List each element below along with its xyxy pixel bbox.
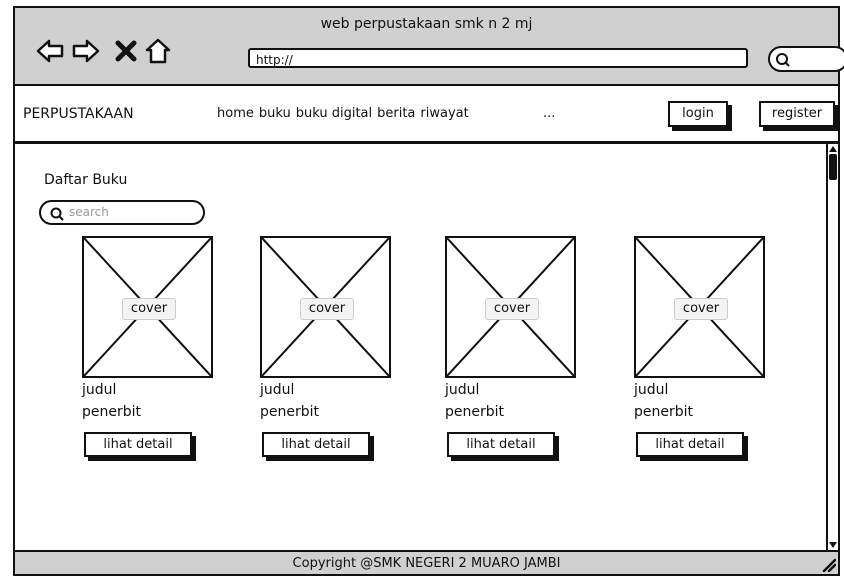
page-title: Daftar Buku bbox=[44, 172, 128, 188]
browser-toolbar: web perpustakaan smk n 2 mj http:// bbox=[13, 6, 844, 86]
book-cover-image: cover bbox=[260, 236, 391, 378]
book-title: judul bbox=[260, 382, 295, 398]
register-button[interactable]: register bbox=[759, 101, 835, 127]
site-header: PERPUSTAKAAN home buku buku digital berita r… bbox=[13, 86, 840, 144]
nav-home[interactable]: home bbox=[217, 106, 254, 121]
cover-label: cover bbox=[122, 298, 176, 320]
book-card: cover judul penerbit lihat detail bbox=[445, 236, 585, 466]
nav-buku-digital[interactable]: buku digital bbox=[296, 106, 372, 121]
book-publisher: penerbit bbox=[82, 404, 142, 420]
book-title: judul bbox=[82, 382, 117, 398]
vertical-scrollbar[interactable] bbox=[826, 144, 838, 550]
close-icon[interactable] bbox=[111, 36, 141, 66]
nav-berita[interactable]: berita bbox=[377, 106, 415, 121]
window-title: web perpustakaan smk n 2 mj bbox=[320, 16, 533, 32]
book-publisher: penerbit bbox=[260, 404, 320, 420]
search-input[interactable]: search bbox=[39, 200, 205, 225]
book-cover-image: cover bbox=[82, 236, 213, 378]
url-input[interactable]: http:// bbox=[248, 48, 748, 68]
forward-arrow-icon[interactable] bbox=[71, 36, 101, 66]
scrollbar-thumb[interactable] bbox=[829, 154, 837, 180]
login-button[interactable]: login bbox=[668, 101, 728, 127]
scroll-up-icon[interactable] bbox=[828, 145, 838, 153]
book-card: cover judul penerbit lihat detail bbox=[634, 236, 774, 466]
detail-button[interactable]: lihat detail bbox=[84, 432, 192, 457]
book-card: cover judul penerbit lihat detail bbox=[82, 236, 222, 466]
nav-riwayat[interactable]: riwayat bbox=[420, 106, 468, 121]
cover-label: cover bbox=[674, 298, 728, 320]
resize-grip-icon[interactable] bbox=[820, 556, 836, 572]
cover-label: cover bbox=[300, 298, 354, 320]
home-icon[interactable] bbox=[143, 36, 173, 66]
book-title: judul bbox=[634, 382, 669, 398]
main-nav: home buku buku digital berita riwayat bbox=[217, 106, 474, 121]
search-icon bbox=[776, 53, 790, 67]
book-publisher: penerbit bbox=[445, 404, 505, 420]
back-arrow-icon[interactable] bbox=[35, 36, 65, 66]
search-placeholder: search bbox=[69, 205, 109, 219]
copyright-text: Copyright @SMK NEGERI 2 MUARO JAMBI bbox=[292, 556, 561, 571]
main-content: Daftar Buku search cover judul penerbit … bbox=[13, 144, 840, 550]
scroll-down-icon[interactable] bbox=[828, 541, 838, 549]
book-cover-image: cover bbox=[634, 236, 765, 378]
browser-search-input[interactable] bbox=[768, 46, 844, 72]
book-publisher: penerbit bbox=[634, 404, 694, 420]
search-icon bbox=[50, 207, 64, 221]
detail-button[interactable]: lihat detail bbox=[262, 432, 370, 457]
nav-buku[interactable]: buku bbox=[259, 106, 291, 121]
book-card: cover judul penerbit lihat detail bbox=[260, 236, 400, 466]
nav-more[interactable]: ... bbox=[543, 106, 555, 121]
book-cover-image: cover bbox=[445, 236, 576, 378]
detail-button[interactable]: lihat detail bbox=[636, 432, 744, 457]
book-title: judul bbox=[445, 382, 480, 398]
detail-button[interactable]: lihat detail bbox=[447, 432, 555, 457]
browser-window: web perpustakaan smk n 2 mj http:// PERP… bbox=[0, 0, 844, 576]
cover-label: cover bbox=[485, 298, 539, 320]
site-brand: PERPUSTAKAAN bbox=[23, 106, 134, 122]
page-footer: Copyright @SMK NEGERI 2 MUARO JAMBI bbox=[13, 550, 840, 576]
